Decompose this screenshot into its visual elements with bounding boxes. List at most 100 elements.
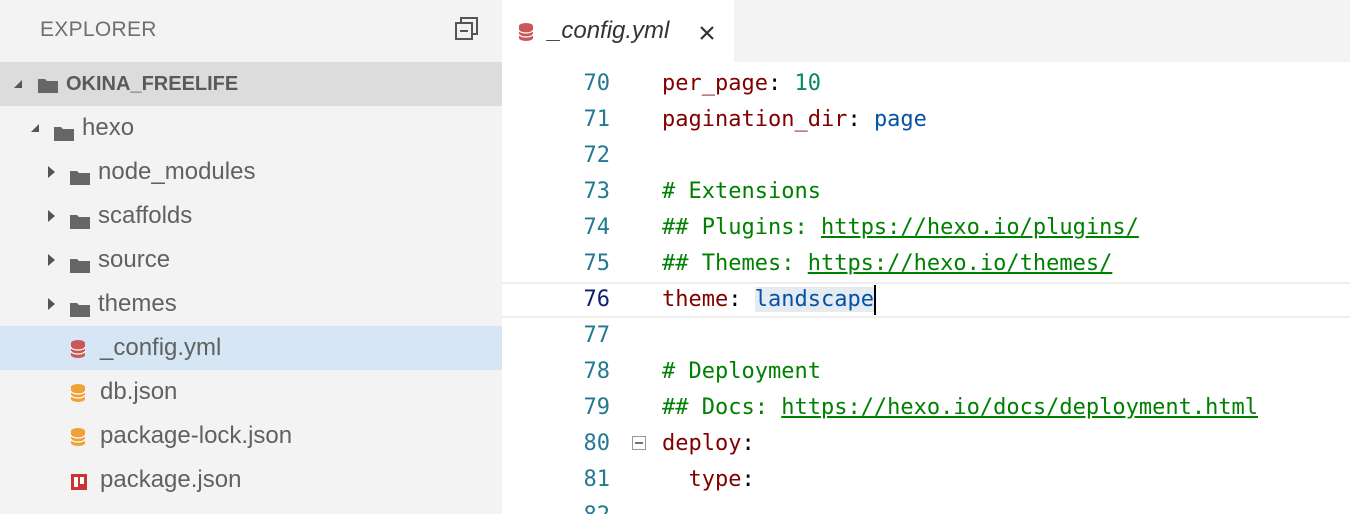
close-icon[interactable] xyxy=(698,24,716,42)
line-number: 82 xyxy=(562,498,611,514)
code-text: pagination_dir: page xyxy=(662,102,927,138)
tree-item-label: package-lock.json xyxy=(100,422,293,449)
database-icon xyxy=(70,426,88,446)
explorer-title: EXPLORER xyxy=(40,18,157,41)
tree-item[interactable]: db.json xyxy=(0,370,502,414)
line-number: 77 xyxy=(583,323,611,348)
code-line[interactable]: 70 per_page: 10 xyxy=(502,66,1350,102)
tree-item[interactable]: package.json xyxy=(0,458,502,502)
code-token: : xyxy=(728,287,755,312)
code-link[interactable]: https://hexo.io/themes/ xyxy=(808,251,1113,276)
tree-item-label: source xyxy=(98,246,171,273)
code-line[interactable]: 78 # Deployment xyxy=(502,354,1350,390)
line-number: 76 xyxy=(583,287,611,312)
code-token: # Deployment xyxy=(662,359,821,384)
chevron-right-icon xyxy=(44,297,58,311)
tree-item[interactable]: themes xyxy=(0,282,502,326)
code-area[interactable]: 70 per_page: 10 71 pagination_dir: page 72 73… xyxy=(502,62,1350,514)
code-token: theme xyxy=(662,287,729,312)
code-line[interactable]: 74 ## Plugins: https://hexo.io/plugins/ xyxy=(502,210,1350,246)
fold-collapse-icon[interactable] xyxy=(632,436,646,450)
line-number: 78 xyxy=(583,359,611,384)
tree-item[interactable]: hexo xyxy=(0,106,502,150)
tree-item-label: scaffolds xyxy=(98,202,193,229)
workspace-root-label: OKINA_FREELIFE xyxy=(66,72,239,95)
code-token: # Extensions xyxy=(662,179,821,204)
tree-item-label: themes xyxy=(98,290,177,317)
code-line[interactable]: 79 ## Docs: https://hexo.io/docs/deployme… xyxy=(502,390,1350,426)
tree-item[interactable]: package-lock.json xyxy=(0,414,502,458)
explorer-sidebar: EXPLORER OKINA_FREELIFE hexo node_modules… xyxy=(0,0,502,514)
code-link[interactable]: https://hexo.io/plugins/ xyxy=(821,215,1139,240)
code-text: # Deployment xyxy=(662,354,821,390)
code-token: : xyxy=(767,71,795,96)
tree-item[interactable]: source xyxy=(0,238,502,282)
line-number: 81 xyxy=(583,467,611,492)
chevron-right-icon xyxy=(44,253,58,267)
code-line[interactable]: 75 ## Themes: https://hexo.io/themes/ xyxy=(502,246,1350,282)
line-number: 80 xyxy=(583,431,611,456)
code-token: : xyxy=(741,431,755,456)
tree-item-label: db.json xyxy=(100,378,178,405)
database-icon xyxy=(70,338,88,358)
code-token: landscape xyxy=(754,287,874,312)
line-number: 73 xyxy=(583,179,611,204)
chevron-down-icon xyxy=(10,77,26,91)
line-number: 71 xyxy=(583,107,611,132)
code-text: ## Plugins: https://hexo.io/plugins/ xyxy=(662,210,1139,246)
tree-item-label: node_modules xyxy=(98,158,256,185)
folder-icon xyxy=(70,252,90,273)
folder-icon xyxy=(38,76,58,93)
text-cursor xyxy=(873,285,876,315)
line-number: 74 xyxy=(583,215,611,240)
tree-item-label: _config.yml xyxy=(100,334,222,361)
code-token: type xyxy=(688,467,742,492)
code-token: pagination_dir xyxy=(662,107,848,132)
chevron-down-icon xyxy=(28,121,42,135)
code-text: type: xyxy=(662,462,755,498)
line-number: 75 xyxy=(583,251,611,276)
code-token: : xyxy=(741,467,755,492)
code-text: theme: landscape xyxy=(662,284,876,316)
tab-label: _config.yml xyxy=(548,17,670,44)
tree-item[interactable]: _config.yml xyxy=(0,326,502,370)
workspace-root[interactable]: OKINA_FREELIFE xyxy=(0,62,502,106)
editor: _config.yml 70 per_page: 10 71 pagination_d… xyxy=(502,0,1350,514)
code-line[interactable]: 73 # Extensions xyxy=(502,174,1350,210)
code-text: per_page: 10 xyxy=(662,66,821,102)
code-line[interactable]: 76 theme: landscape xyxy=(502,282,1350,318)
code-token: page xyxy=(873,107,927,132)
collapse-folders-icon[interactable] xyxy=(452,14,482,44)
code-text: ## Themes: https://hexo.io/themes/ xyxy=(662,246,1112,282)
tree-item-label: hexo xyxy=(82,114,135,141)
database-icon xyxy=(518,23,534,41)
database-icon xyxy=(70,382,88,402)
folder-icon xyxy=(70,164,90,185)
tree-item[interactable]: scaffolds xyxy=(0,194,502,238)
code-line[interactable]: 81 type: xyxy=(502,462,1350,498)
tab-bar: _config.yml xyxy=(502,0,1350,62)
code-token: ## Docs: xyxy=(662,395,782,420)
code-text: ## Docs: https://hexo.io/docs/deployment… xyxy=(662,390,1258,426)
code-token: ## Plugins: xyxy=(662,215,821,240)
code-line[interactable]: 72 xyxy=(502,138,1350,174)
code-line[interactable]: 80 deploy: xyxy=(502,426,1350,462)
code-link[interactable]: https://hexo.io/docs/deployment.html xyxy=(781,395,1258,420)
tree-item[interactable]: node_modules xyxy=(0,150,502,194)
line-number: 70 xyxy=(583,71,611,96)
code-line[interactable]: 71 pagination_dir: page xyxy=(502,102,1350,138)
code-line[interactable]: 82 xyxy=(502,498,1350,514)
code-token: : xyxy=(847,107,874,132)
folder-icon xyxy=(54,120,74,141)
chevron-right-icon xyxy=(44,165,58,179)
line-number: 79 xyxy=(583,395,611,420)
tab-config-yml[interactable]: _config.yml xyxy=(502,0,734,62)
code-token: ## Themes: xyxy=(662,251,808,276)
code-token: 10 xyxy=(794,71,821,96)
folder-icon xyxy=(70,208,90,229)
npm-icon xyxy=(70,470,88,490)
code-line[interactable]: 77 xyxy=(502,318,1350,354)
code-token: per_page xyxy=(662,71,768,96)
line-number: 72 xyxy=(583,143,611,168)
